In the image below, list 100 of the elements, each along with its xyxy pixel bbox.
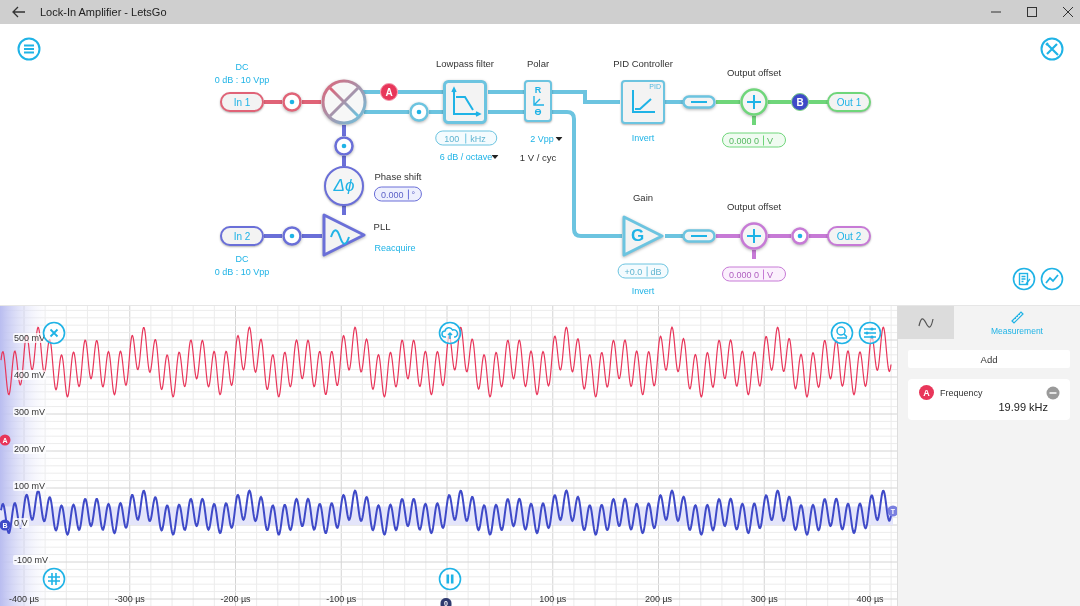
cloud-upload-icon[interactable] (438, 321, 462, 345)
block-title: Phase shift (374, 170, 422, 182)
axis-tick-label: 300 µs (750, 594, 778, 604)
channel-badge: A (919, 385, 934, 400)
polar-block[interactable]: R ϴ (524, 80, 552, 122)
axis-icon (532, 96, 544, 106)
junction-node (282, 226, 302, 246)
output-button[interactable]: Out 2 (827, 226, 871, 246)
signal-wire (716, 234, 740, 238)
block-title: Output offset (726, 200, 782, 212)
window-title: Lock-In Amplifier - LetsGo (40, 6, 167, 18)
zoom-icon[interactable] (830, 321, 854, 345)
range-label[interactable]: 0 dB : 10 Vpp (214, 75, 270, 85)
dropdown-caret-icon[interactable] (491, 155, 499, 159)
signal-wire (809, 234, 828, 238)
menu-icon[interactable] (17, 37, 41, 61)
input-button[interactable]: In 2 (220, 226, 264, 246)
measurement-name: Frequency (940, 387, 983, 398)
coupling-label[interactable]: DC (235, 62, 249, 72)
plus-node-icon[interactable] (740, 222, 768, 250)
block-title: PLL (373, 220, 391, 232)
waveform-icon (918, 315, 934, 330)
signal-wire (768, 100, 791, 104)
signal-wire (752, 250, 756, 259)
minus-block-icon (682, 229, 716, 243)
signal-wire (342, 156, 346, 166)
range-label[interactable]: 0 dB : 10 Vpp (214, 267, 270, 277)
axis-tick-label: 100 mV (13, 481, 47, 491)
signal-wire (752, 116, 756, 125)
block-title: Polar (526, 57, 550, 69)
output-button[interactable]: Out 1 (827, 92, 871, 112)
block-title: Output offset (726, 66, 782, 78)
axis-tick-label: 100 µs (539, 594, 567, 604)
number-field[interactable]: 100 kHz (435, 130, 497, 146)
signal-wire (429, 110, 443, 114)
reacquire-link[interactable]: Reacquire (374, 243, 416, 253)
dropdown-caret-icon[interactable] (555, 137, 563, 141)
remove-icon[interactable] (1046, 385, 1060, 400)
axis-tick-label: -400 µs (8, 594, 40, 604)
phase-shift-block[interactable]: Δϕ (324, 166, 364, 206)
axis-tick-label: 0 V (13, 518, 29, 528)
signal-wire (665, 234, 683, 238)
axis-tick-label: 200 µs (644, 594, 673, 604)
notes-icon[interactable] (1012, 267, 1036, 291)
axis-tick-label: -200 µs (220, 594, 251, 604)
response-curve-icon (630, 89, 656, 115)
invert-toggle[interactable]: Invert (631, 286, 655, 296)
add-button[interactable]: Add (908, 350, 1070, 368)
block-title: Gain (632, 191, 654, 203)
block-title: Lowpass filter (435, 57, 495, 69)
junction-node (334, 136, 354, 156)
signal-wire (768, 234, 791, 238)
scale-label: 1 V / cyc (519, 151, 557, 163)
junction-node (282, 92, 302, 112)
plus-node-icon[interactable] (740, 88, 768, 116)
pause-icon[interactable] (438, 567, 462, 591)
signal-wire (342, 206, 346, 215)
signal-wire (552, 90, 620, 104)
mixer-icon (321, 79, 367, 125)
axis-tick-label: 300 mV (13, 407, 47, 417)
lowpass-filter-icon[interactable] (443, 80, 487, 124)
number-field[interactable]: +0.0 dB (617, 263, 669, 279)
channel-badge: B (791, 93, 809, 111)
signal-wire (488, 90, 524, 94)
pll-triangle-icon[interactable] (321, 212, 367, 258)
range-dropdown[interactable]: 2 Vpp (530, 134, 554, 144)
axis-tick-label: 200 mV (13, 444, 47, 454)
slope-dropdown[interactable]: 6 dB / octave (439, 152, 493, 162)
channel-badge: A (380, 83, 398, 101)
number-field[interactable]: 0.000 0 V (722, 132, 786, 148)
triangle-shape (621, 214, 665, 258)
axis-tick-label: -100 mV (13, 555, 49, 565)
gain-block[interactable]: G (621, 214, 665, 258)
maximize-icon[interactable] (1026, 6, 1038, 18)
number-field[interactable]: 0.000 ° (373, 186, 423, 202)
coupling-label[interactable]: DC (235, 254, 249, 264)
signal-wire (302, 100, 321, 104)
minus-block-icon (682, 95, 716, 109)
number-field[interactable]: 0.000 0 V (722, 266, 786, 282)
invert-toggle[interactable]: Invert (631, 133, 655, 143)
grid-icon[interactable] (42, 567, 66, 591)
block-title: PID Controller (613, 57, 673, 69)
back-icon[interactable] (12, 6, 26, 18)
junction-node (791, 227, 809, 245)
axis-tick-label: 400 mV (13, 370, 47, 380)
signal-wire (264, 234, 282, 238)
signal-wire (264, 100, 282, 104)
junction-node (409, 102, 429, 122)
close-icon[interactable] (1062, 6, 1074, 18)
input-button[interactable]: In 1 (220, 92, 264, 112)
ruler-icon (1010, 309, 1024, 324)
signal-wire (363, 90, 380, 94)
tab[interactable] (898, 306, 954, 339)
signal-wire (716, 100, 740, 104)
measurement-value: 19.99 kHz (998, 401, 1048, 413)
signal-wire (665, 100, 683, 104)
signal-wire (364, 110, 409, 114)
chart-icon[interactable] (1040, 267, 1064, 291)
sliders-icon[interactable] (858, 321, 882, 345)
signal-wire (809, 100, 828, 104)
